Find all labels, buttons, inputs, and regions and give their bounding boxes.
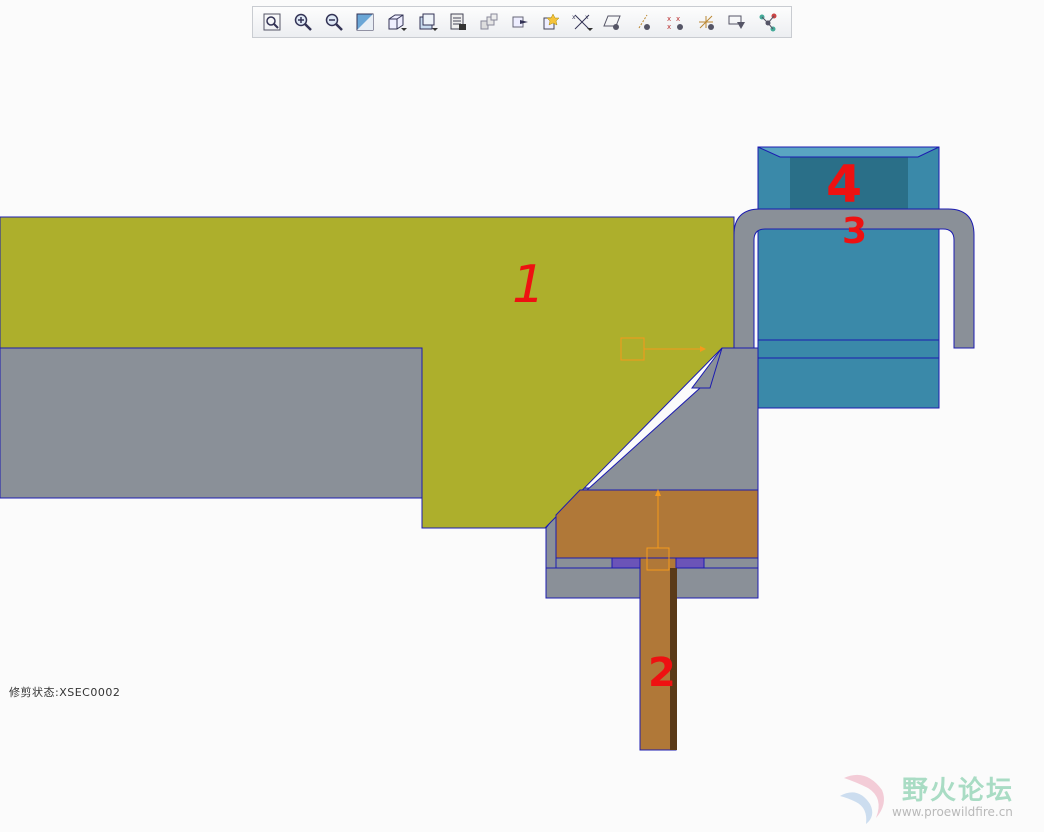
section-view: 1 2 3 4 <box>0 146 975 751</box>
watermark-logo-icon <box>840 774 884 824</box>
gray-plate-part[interactable] <box>0 347 423 499</box>
label-2: 2 <box>648 650 676 696</box>
graphics-viewport[interactable]: 1 2 3 4 <box>0 40 1044 832</box>
clip-state-label: 修剪状态:XSEC0002 <box>9 686 121 699</box>
label-1: 1 <box>512 255 545 315</box>
watermark-url: www.proewildfire.cn <box>892 805 1013 819</box>
label-4: 4 <box>826 155 862 215</box>
forum-watermark: 野火论坛 www.proewildfire.cn <box>836 768 1036 826</box>
purple-insert-left <box>611 557 643 569</box>
watermark-title: 野火论坛 <box>902 776 1015 806</box>
purple-insert-right <box>675 557 705 569</box>
label-3: 3 <box>842 211 867 252</box>
